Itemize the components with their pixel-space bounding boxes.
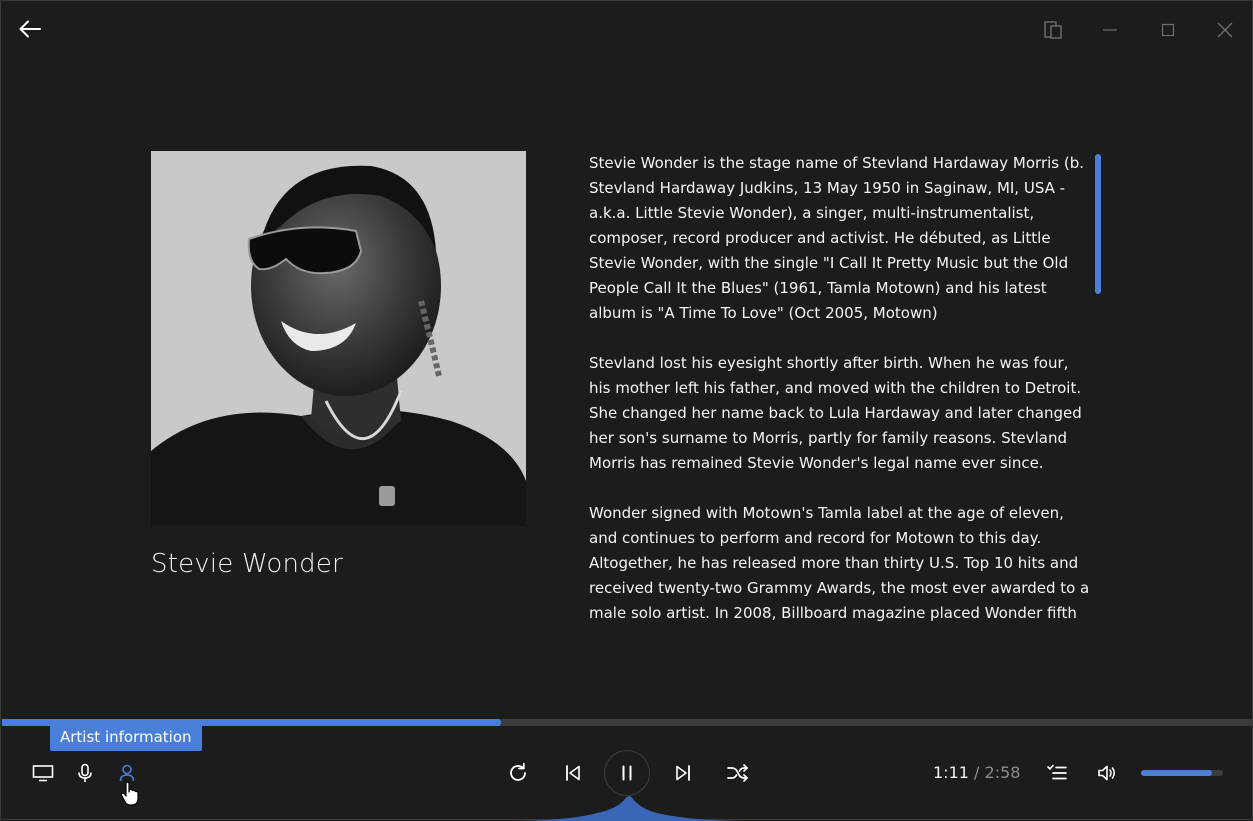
artist-information-button[interactable] bbox=[111, 757, 143, 789]
volume-button[interactable] bbox=[1091, 757, 1123, 789]
arrow-left-icon bbox=[19, 20, 41, 38]
next-button[interactable] bbox=[667, 757, 699, 789]
pause-icon bbox=[622, 765, 632, 781]
time-separator: / bbox=[974, 763, 980, 782]
artist-photo bbox=[151, 151, 526, 526]
monitor-icon bbox=[32, 765, 54, 782]
artist-biography: Stevie Wonder is the stage name of Stevl… bbox=[589, 151, 1094, 629]
person-icon bbox=[119, 764, 135, 782]
artist-name: Stevie Wonder bbox=[151, 549, 343, 579]
maximize-button[interactable] bbox=[1148, 11, 1188, 49]
close-button[interactable] bbox=[1205, 11, 1245, 49]
shuffle-icon bbox=[727, 764, 748, 782]
minimize-icon bbox=[1103, 29, 1117, 31]
compact-overlay-icon bbox=[1044, 21, 1062, 39]
current-time: 1:11 bbox=[933, 763, 969, 782]
miniplayer-button[interactable] bbox=[25, 757, 61, 789]
volume-icon bbox=[1098, 765, 1116, 781]
previous-button[interactable] bbox=[557, 757, 589, 789]
next-icon bbox=[676, 765, 690, 781]
play-pause-button[interactable] bbox=[604, 750, 650, 796]
minimize-button[interactable] bbox=[1090, 11, 1130, 49]
playback-time: 1:11 / 2:58 bbox=[933, 763, 1020, 783]
microphone-icon bbox=[78, 763, 92, 782]
now-playing-queue-button[interactable] bbox=[1041, 757, 1073, 789]
lyrics-button[interactable] bbox=[69, 757, 101, 789]
repeat-button[interactable] bbox=[501, 757, 535, 789]
previous-icon bbox=[566, 765, 580, 781]
volume-slider[interactable] bbox=[1141, 770, 1223, 776]
tooltip: Artist information bbox=[50, 724, 202, 751]
shuffle-button[interactable] bbox=[721, 757, 755, 789]
close-icon bbox=[1217, 22, 1233, 38]
bio-paragraph: Stevland lost his eyesight shortly after… bbox=[589, 354, 1082, 472]
bio-paragraph: Stevie Wonder is the stage name of Stevl… bbox=[589, 154, 1085, 322]
app-window: Stevie Wonder Stevie Wonder is the stage… bbox=[0, 0, 1253, 821]
bio-paragraph: Wonder signed with Motown's Tamla label … bbox=[589, 504, 1090, 622]
back-button[interactable] bbox=[9, 9, 51, 49]
total-time: 2:58 bbox=[984, 763, 1021, 782]
bio-scrollbar-thumb[interactable] bbox=[1095, 154, 1101, 294]
compact-overlay-button[interactable] bbox=[1033, 11, 1073, 49]
queue-icon bbox=[1047, 764, 1067, 780]
volume-slider-fill bbox=[1141, 770, 1213, 776]
repeat-icon bbox=[510, 762, 526, 781]
maximize-icon bbox=[1161, 23, 1175, 37]
artist-portrait-image bbox=[151, 151, 526, 526]
